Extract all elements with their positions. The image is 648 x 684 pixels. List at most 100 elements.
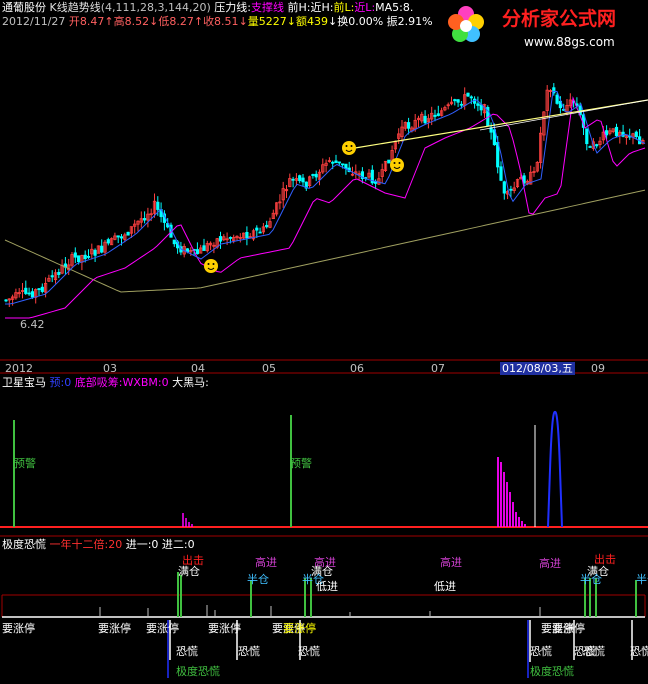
- candle-body: [595, 144, 599, 147]
- smiley-eye: [207, 263, 210, 265]
- panel3-header: 极度恐慌 一年十二倍:20 进一:0 进二:0: [2, 538, 195, 551]
- indicator-params: (4,111,28,3,144,20): [100, 1, 211, 14]
- panel2-title: 卫星宝马: [2, 376, 46, 389]
- panel3-p2: 进一:0: [125, 538, 159, 551]
- candle-body: [472, 98, 477, 104]
- candle-body: [344, 163, 348, 169]
- candle-body: [116, 235, 120, 238]
- low-price-marker: 6.42: [20, 318, 45, 331]
- candle-body: [57, 271, 61, 275]
- candle-body: [86, 256, 91, 258]
- signal-full-1: 满仓: [178, 565, 200, 578]
- prev-low-label: 前L:: [333, 1, 355, 14]
- quote-date: 2012/11/27: [2, 15, 66, 28]
- candle-body: [83, 254, 87, 260]
- limit-up-label-2: 要涨停: [98, 622, 131, 635]
- axis-tick-3: 05: [262, 362, 276, 375]
- extreme-panic-label-2: 极度恐慌: [530, 665, 574, 678]
- candle-body: [77, 255, 81, 263]
- candle-body: [433, 114, 437, 117]
- smiley-eye: [345, 145, 348, 147]
- limit-up-label-1: 要涨停: [2, 622, 35, 635]
- smiley-icon: [204, 259, 218, 273]
- panel2-p2: 底部吸筹:: [74, 376, 123, 389]
- panel2-p4: 大黑马:: [172, 376, 209, 389]
- pressure-trend-line: [354, 99, 648, 149]
- candle-body: [255, 227, 259, 231]
- quote-volume: 量5227: [247, 15, 287, 28]
- candle-body: [588, 146, 592, 148]
- signal-half-4: 半仓: [636, 573, 648, 586]
- candle-body: [100, 245, 104, 253]
- signal-high-in-3: 高进: [440, 556, 462, 569]
- axis-tick-0: 2012: [5, 362, 33, 375]
- indicator-name: K线趋势线: [49, 1, 101, 14]
- signal-low-in-1: 低进: [316, 580, 338, 593]
- signal-half-3: 半仓: [580, 573, 602, 586]
- quote-turnover: 换0.00%: [337, 15, 384, 28]
- candle-body: [195, 249, 199, 255]
- pressure-label: 压力线:: [214, 1, 251, 14]
- ma-short-line: [5, 90, 646, 305]
- candle-body: [27, 292, 31, 295]
- candle-body: [142, 218, 147, 221]
- prev-high-label: 前H:: [287, 1, 311, 14]
- candle-body: [456, 99, 460, 103]
- smiley-eye: [398, 162, 401, 164]
- smiley-icon: [390, 158, 404, 172]
- support-label: 支撑线: [251, 1, 284, 14]
- warn-label-1: 预警: [14, 457, 36, 470]
- candle-body: [291, 178, 295, 181]
- candle-body: [311, 174, 315, 176]
- axis-tick-1: 03: [103, 362, 117, 375]
- near-low-label: 近L:: [354, 1, 376, 14]
- candle-body: [502, 181, 506, 194]
- axis-tick-6: 09: [591, 362, 605, 375]
- signal-low-in-2: 低进: [434, 580, 456, 593]
- candle-body: [119, 236, 124, 239]
- candle-body: [476, 103, 480, 106]
- candle-body: [24, 287, 28, 294]
- stock-chart[interactable]: [0, 0, 648, 680]
- candle-body: [337, 161, 341, 164]
- candle-body: [334, 160, 338, 163]
- stock-name: 通葡股份: [2, 1, 46, 14]
- candle-body: [156, 201, 160, 210]
- limit-up-label-4: 要涨停: [208, 622, 241, 635]
- panic-label-6: 恐慌: [583, 645, 605, 658]
- header-row-1: 通葡股份 K线趋势线(4,111,28,3,144,20) 压力线:支撑线 前H…: [2, 1, 413, 14]
- candle-body: [228, 237, 232, 239]
- limit-up-label-8: 要涨停: [552, 622, 585, 635]
- signal-high-in-1: 高进: [255, 556, 277, 569]
- ma-label: MA5:8.: [375, 1, 414, 14]
- axis-tick-2: 04: [191, 362, 205, 375]
- quote-amount: 额439: [296, 15, 328, 28]
- candle-body: [202, 245, 206, 251]
- candle-body: [340, 163, 345, 166]
- candle-body: [93, 249, 97, 256]
- candle-body: [555, 94, 559, 104]
- candle-body: [509, 188, 513, 191]
- smiley-eye: [350, 145, 353, 147]
- candle-body: [73, 252, 77, 258]
- quote-amplitude: 振2.91%: [386, 15, 433, 28]
- chart-root: 通葡股份 K线趋势线(4,111,28,3,144,20) 压力线:支撑线 前H…: [0, 0, 648, 680]
- ma-long-line: [4, 189, 646, 293]
- candle-body: [314, 173, 318, 178]
- panel3-title: 极度恐慌: [2, 538, 46, 551]
- candle-body: [37, 288, 41, 291]
- warn-label-2: 预警: [290, 457, 312, 470]
- candle-body: [50, 275, 54, 278]
- candle-body: [301, 177, 305, 183]
- candle-body: [265, 224, 269, 228]
- candle-body: [218, 236, 223, 242]
- signal-high-in-4: 高进: [539, 557, 561, 570]
- panel2-p1: 预:0: [49, 376, 72, 389]
- panic-label-4: 恐慌: [530, 645, 552, 658]
- candle-body: [423, 115, 427, 124]
- panel2-p3: WXBM:0: [122, 376, 169, 389]
- panic-label-2: 恐慌: [238, 645, 260, 658]
- candle-body: [436, 113, 440, 116]
- big-horse-curve: [547, 410, 563, 528]
- site-logo: 分析家公式网 www.88gs.com: [448, 0, 648, 60]
